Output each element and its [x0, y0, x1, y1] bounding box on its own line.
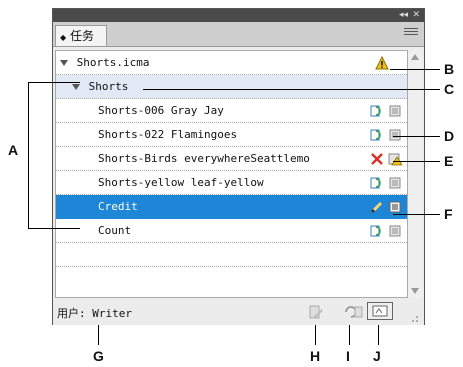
story-name: Count: [98, 224, 132, 237]
task-list: Shorts.icma Shorts Shorts-006 Gray Jay S…: [55, 50, 408, 298]
callout-h: H: [310, 348, 321, 364]
scroll-down-arrow-icon[interactable]: [411, 288, 419, 294]
callout-c: C: [444, 81, 455, 97]
resize-grip-icon[interactable]: [409, 313, 419, 323]
close-panel-button[interactable]: ✕: [412, 9, 420, 22]
status-bar: 用户: Writer: [53, 299, 424, 325]
callout-e: E: [444, 153, 454, 169]
list-item-story[interactable]: Count: [56, 219, 407, 243]
callout-a-bracket-vertical: [28, 82, 29, 228]
callout-e-line: [393, 161, 440, 162]
list-item-empty: [56, 243, 407, 267]
availability-icon: [389, 177, 401, 189]
user-label: 用户: [57, 307, 79, 320]
update-content-icon[interactable]: [343, 304, 363, 320]
callout-f-line: [393, 214, 440, 215]
panel-title-bar: ◂◂ ✕: [53, 9, 424, 22]
availability-icon: [389, 225, 401, 237]
availability-icon: [389, 129, 401, 141]
user-status: 用户: Writer: [57, 307, 132, 320]
edit-in-incopy-icon[interactable]: [308, 304, 324, 320]
tab-tasks-label: 任务: [69, 29, 94, 43]
warning-availability-icon: [388, 153, 402, 166]
pencil-edit-icon: [370, 201, 383, 214]
callout-d-line: [393, 136, 440, 137]
file-name: Shorts.icma: [76, 56, 150, 69]
callout-g-line: [98, 325, 99, 345]
callout-c-line: [143, 89, 440, 90]
user-value: Writer: [92, 307, 132, 320]
checked-in-icon: [370, 129, 381, 141]
tab-tasks[interactable]: ◆ 任务: [55, 25, 107, 46]
availability-icon: [389, 105, 401, 117]
tasks-panel: ◂◂ ✕ ◆ 任务 Shorts.icma Shorts Shorts-006 …: [52, 8, 425, 325]
callout-j: J: [373, 348, 381, 364]
group-name: Shorts: [88, 80, 129, 93]
scroll-up-arrow-icon[interactable]: [411, 54, 419, 60]
missing-file-icon: [371, 153, 383, 165]
callout-h-line: [315, 325, 316, 345]
collapse-panel-button[interactable]: ◂◂: [399, 9, 408, 22]
story-name: Shorts-Birds everywhereSeattlemo: [98, 152, 310, 165]
checked-in-icon: [370, 225, 381, 237]
list-item-story[interactable]: Shorts-yellow leaf-yellow: [56, 171, 407, 195]
callout-i-line: [349, 325, 350, 345]
callout-i: I: [346, 348, 350, 364]
list-item-file[interactable]: Shorts.icma: [56, 51, 407, 75]
callout-f: F: [444, 206, 453, 222]
checked-in-icon: [370, 177, 381, 189]
list-item-story[interactable]: Shorts-022 Flamingoes: [56, 123, 407, 147]
availability-icon: [389, 201, 401, 213]
callout-b-line: [390, 69, 440, 70]
tab-grip-icon: ◆: [60, 33, 67, 42]
expand-arrow-icon[interactable]: [72, 84, 80, 90]
story-name: Credit: [98, 200, 138, 213]
assign-stories-button[interactable]: [367, 302, 393, 320]
callout-g: G: [93, 348, 104, 364]
story-name: Shorts-yellow leaf-yellow: [98, 176, 264, 189]
callout-d: D: [444, 128, 455, 144]
callout-a: A: [8, 142, 19, 158]
list-item-story[interactable]: Shorts-006 Gray Jay: [56, 99, 407, 123]
checked-in-icon: [370, 105, 381, 117]
expand-arrow-icon[interactable]: [60, 60, 68, 66]
callout-a-bracket-top: [28, 82, 80, 83]
callout-b: B: [444, 61, 455, 77]
story-name: Shorts-022 Flamingoes: [98, 128, 238, 141]
list-item-group[interactable]: Shorts: [56, 75, 407, 99]
callout-a-bracket-bottom: [28, 228, 80, 229]
panel-menu-button[interactable]: [404, 28, 418, 40]
list-scrollbar[interactable]: [408, 50, 422, 298]
story-name: Shorts-006 Gray Jay: [98, 104, 224, 117]
warning-icon: [375, 56, 389, 70]
list-item-story-selected[interactable]: Credit: [56, 195, 407, 219]
tab-bar: ◆ 任务: [53, 22, 424, 47]
assign-icon: [372, 305, 388, 317]
list-item-story[interactable]: Shorts-Birds everywhereSeattlemo: [56, 147, 407, 171]
callout-j-line: [378, 325, 379, 345]
